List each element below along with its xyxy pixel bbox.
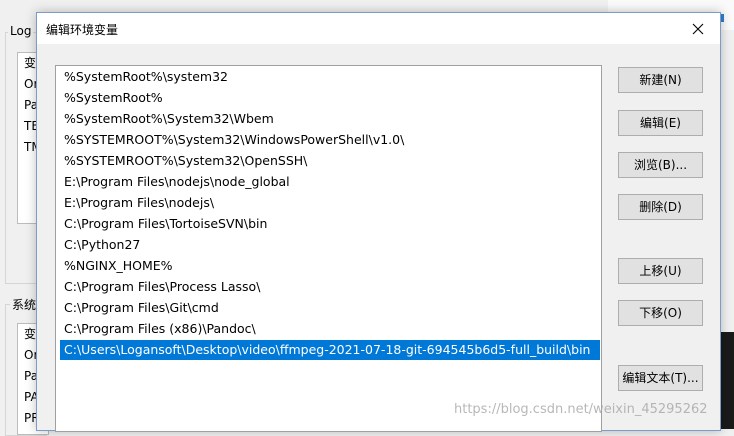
watermark: https://blog.csdn.net/weixin_45295262 [454, 402, 708, 417]
title-bar[interactable]: 编辑环境变量 [37, 13, 720, 44]
new-button[interactable]: 新建(N) [618, 67, 703, 93]
delete-button[interactable]: 删除(D) [618, 194, 703, 220]
close-button[interactable] [676, 13, 720, 44]
path-item[interactable]: C:\Program Files\Git\cmd [60, 298, 600, 318]
close-icon [692, 23, 704, 34]
path-list[interactable]: %SystemRoot%\system32 %SystemRoot% %Syst… [55, 65, 602, 432]
edit-env-variable-dialog: 编辑环境变量 %SystemRoot%\system32 %SystemRoot… [36, 12, 721, 432]
path-item[interactable]: C:\Python27 [60, 235, 600, 255]
path-item[interactable]: C:\Program Files\TortoiseSVN\bin [60, 214, 600, 234]
user-variables-label: Log [8, 24, 34, 38]
dialog-title: 编辑环境变量 [46, 23, 119, 37]
move-down-button[interactable]: 下移(O) [618, 300, 703, 326]
path-item[interactable]: C:\Program Files\Process Lasso\ [60, 277, 600, 297]
browse-button[interactable]: 浏览(B)... [618, 152, 703, 178]
path-item[interactable]: E:\Program Files\nodejs\ [60, 193, 600, 213]
path-item-selected[interactable]: C:\Users\Logansoft\Desktop\video\ffmpeg-… [60, 340, 600, 360]
path-item[interactable]: %NGINX_HOME% [60, 256, 600, 276]
path-item[interactable]: %SystemRoot%\System32\Wbem [60, 109, 600, 129]
path-item[interactable]: %SYSTEMROOT%\System32\OpenSSH\ [60, 151, 600, 171]
path-item[interactable]: C:\Program Files (x86)\Pandoc\ [60, 319, 600, 339]
move-up-button[interactable]: 上移(U) [618, 258, 703, 284]
system-variables-label: 系统 [10, 296, 39, 313]
path-item[interactable]: %SystemRoot% [60, 88, 600, 108]
path-item[interactable]: E:\Program Files\nodejs\node_global [60, 172, 600, 192]
path-item[interactable]: %SYSTEMROOT%\System32\WindowsPowerShell\… [60, 130, 600, 150]
path-item[interactable]: %SystemRoot%\system32 [60, 67, 600, 87]
edit-text-button[interactable]: 编辑文本(T)... [618, 365, 703, 391]
edit-button[interactable]: 编辑(E) [618, 110, 703, 136]
